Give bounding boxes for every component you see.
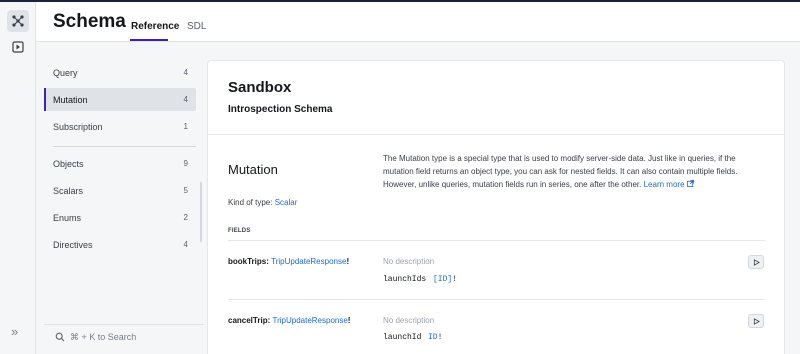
argument-name: launchId — [383, 333, 422, 342]
field-name-booktrips: bookTrips: TripUpdateResponse! — [228, 257, 350, 266]
argument-name: launchIds — [383, 275, 427, 284]
nav-item-label: Mutation — [53, 94, 88, 105]
explorer-button[interactable] — [7, 36, 29, 58]
nav-item-objects[interactable]: Objects 9 — [44, 152, 196, 175]
nav-item-label: Objects — [53, 158, 84, 169]
nav-item-query[interactable]: Query 4 — [44, 61, 196, 84]
nav-item-scalars[interactable]: Scalars 5 — [44, 179, 196, 202]
explorer-play-icon — [12, 41, 24, 53]
left-rail: » — [0, 2, 36, 354]
page-title: Schema — [53, 11, 126, 32]
tab-reference[interactable]: Reference — [131, 21, 179, 32]
nav-item-label: Enums — [53, 212, 82, 223]
schema-search[interactable] — [44, 324, 204, 348]
nav-item-count: 9 — [183, 159, 188, 168]
kind-label: Kind of type: — [228, 198, 273, 207]
nav-item-count: 4 — [183, 95, 188, 104]
argument-type[interactable]: [ID]! — [433, 275, 457, 284]
field-description: No description — [383, 316, 435, 325]
play-icon — [753, 258, 760, 266]
argument-type[interactable]: ID! — [428, 333, 442, 342]
search-icon — [55, 332, 65, 341]
type-description: The Mutation type is a special type that… — [383, 152, 768, 191]
field-name-canceltrip: cancelTrip: TripUpdateResponse! — [228, 316, 351, 325]
field-description: No description — [383, 257, 435, 266]
nav-item-count: 5 — [183, 186, 188, 195]
row-divider — [228, 240, 765, 241]
tab-sdl[interactable]: SDL — [187, 21, 206, 32]
collapse-chevron-icon[interactable]: » — [11, 324, 18, 339]
search-input[interactable] — [70, 331, 190, 342]
fields-section-label: FIELDS — [228, 228, 251, 234]
active-tab-underline — [130, 39, 168, 41]
nav-item-label: Scalars — [53, 185, 84, 196]
header: Schema Reference SDL — [36, 2, 800, 42]
card-subtitle: Introspection Schema — [228, 104, 333, 115]
nav-item-label: Directives — [53, 239, 93, 250]
nav-item-subscription[interactable]: Subscription 1 — [44, 115, 196, 138]
field-type-link[interactable]: TripUpdateResponse — [272, 316, 347, 325]
schema-nav: Query 4 Mutation 4 Subscription 1 Object… — [36, 42, 207, 354]
run-field-button[interactable] — [748, 314, 764, 328]
play-icon — [753, 317, 760, 325]
nav-item-label: Subscription — [53, 121, 103, 132]
external-link-icon — [686, 180, 694, 187]
schema-graph-button[interactable] — [7, 10, 29, 32]
nav-item-label: Query — [53, 67, 78, 78]
nav-item-mutation[interactable]: Mutation 4 — [44, 88, 196, 111]
nav-item-count: 1 — [183, 122, 188, 131]
nav-divider — [53, 146, 196, 147]
nav-item-count: 2 — [183, 213, 188, 222]
schema-graph-icon — [12, 15, 24, 27]
card-title: Sandbox — [228, 79, 292, 96]
type-name: Mutation — [228, 162, 278, 177]
kind-value-link[interactable]: Scalar — [275, 198, 298, 207]
nav-item-count: 4 — [183, 240, 188, 249]
kind-of-type: Kind of type: Scalar — [228, 198, 297, 207]
field-type-link[interactable]: TripUpdateResponse — [271, 257, 346, 266]
nav-scrollbar[interactable] — [200, 182, 202, 242]
nav-item-directives[interactable]: Directives 4 — [44, 233, 196, 256]
schema-reference-card: Sandbox Introspection Schema Mutation Th… — [207, 60, 785, 354]
nav-item-count: 4 — [183, 68, 188, 77]
row-divider — [228, 299, 765, 300]
card-divider — [208, 134, 784, 135]
learn-more-link[interactable]: Learn more — [644, 180, 694, 189]
nav-item-enums[interactable]: Enums 2 — [44, 206, 196, 229]
run-field-button[interactable] — [748, 255, 764, 269]
